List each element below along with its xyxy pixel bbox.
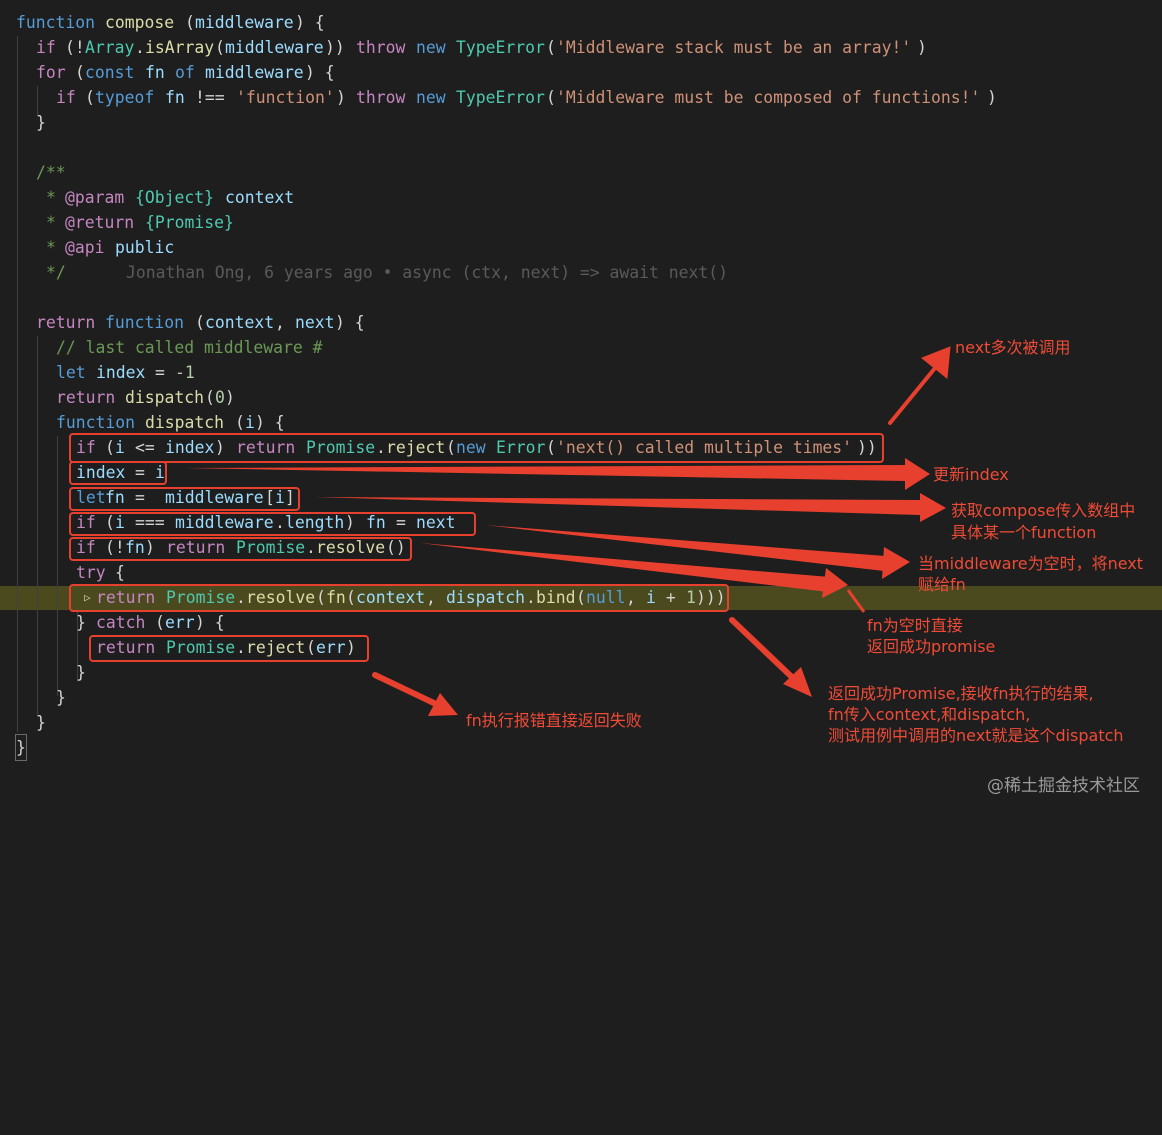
arrow-empty-mw bbox=[485, 525, 885, 571]
arrow-head bbox=[921, 346, 951, 379]
annotation-fn-empty-2: 返回成功promise bbox=[867, 637, 996, 656]
annotation-empty-mw-1: 当middleware为空时，将next bbox=[918, 554, 1144, 573]
watermark: @稀土掘金技术社区 bbox=[987, 776, 1140, 796]
arrow-return-success bbox=[729, 617, 798, 683]
arrow-head bbox=[882, 547, 910, 579]
annotation-return-success-3: 测试用例中调用的next就是这个dispatch bbox=[828, 726, 1124, 745]
arrow-head bbox=[920, 493, 946, 522]
arrow-head bbox=[822, 568, 848, 598]
annotation-empty-mw-2: 赋给fn bbox=[918, 575, 966, 594]
annotation-get-fn-1: 获取compose传入数组中 bbox=[951, 501, 1136, 520]
annotation-return-success-1: 返回成功Promise,接收fn执行的结果, bbox=[828, 684, 1094, 703]
arrow-update-index bbox=[184, 465, 905, 481]
annotation-update-index: 更新index bbox=[933, 465, 1009, 484]
arrow-next-multiple bbox=[888, 360, 942, 425]
annotation-get-fn-2: 具体某一个function bbox=[951, 523, 1097, 542]
arrow-get-fn bbox=[315, 497, 920, 515]
annotation-return-success-2: fn传入context,和dispatch, bbox=[828, 705, 1031, 724]
annotation-fn-error: fn执行报错直接返回失败 bbox=[466, 711, 642, 730]
annotation-next-multiple: next多次被调用 bbox=[955, 338, 1071, 357]
annotation-fn-empty-1: fn为空时直接 bbox=[867, 616, 963, 635]
arrow-fn-error bbox=[372, 672, 441, 708]
arrow-head bbox=[905, 458, 930, 490]
arrow-fn-empty-tail bbox=[846, 589, 866, 613]
